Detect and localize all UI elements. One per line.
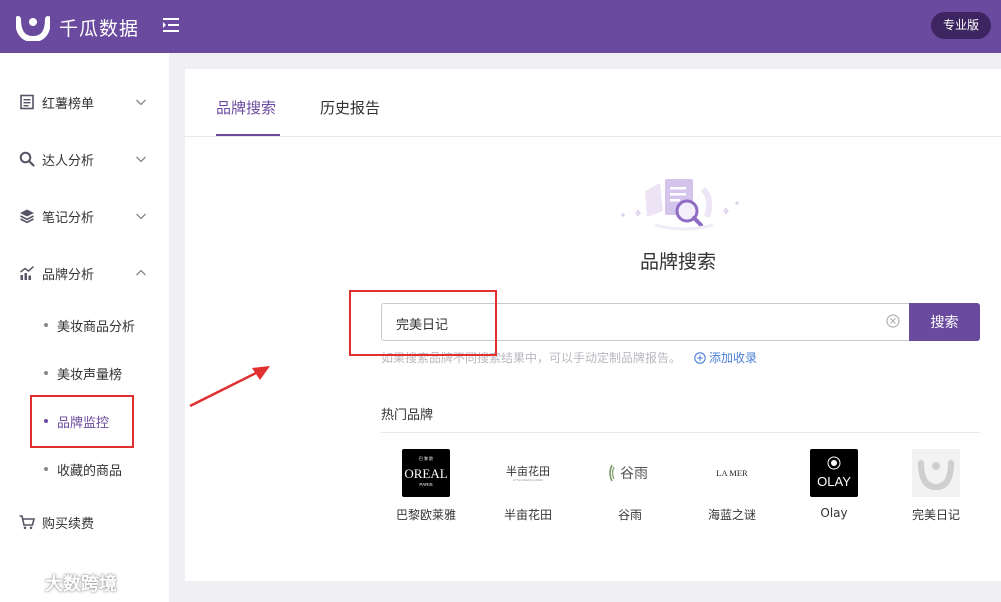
sidebar-subitem-favorite-products[interactable]: 收藏的商品 (0, 451, 169, 487)
hot-brands-heading: 热门品牌 (381, 408, 434, 423)
add-collect-link[interactable]: 添加收录 (694, 349, 757, 366)
svg-text:LA MER: LA MER (716, 468, 748, 478)
sidebar-subitem-label: 美妆声量榜 (57, 367, 123, 383)
pro-version-badge[interactable]: 专业版 (930, 12, 991, 39)
hot-brand-olay[interactable]: OLAY Olay (794, 449, 874, 520)
sidebar-item-influencer-analysis[interactable]: 达人分析 (0, 139, 169, 179)
brand-name: 海蓝之谜 (707, 508, 756, 522)
active-tab-indicator (216, 134, 280, 136)
tab-history-report[interactable]: 历史报告 (320, 97, 380, 118)
menu-collapse-icon[interactable] (161, 15, 181, 35)
sidebar-item-label: 红薯榜单 (42, 96, 95, 112)
svg-text:巴 黎 欧: 巴 黎 欧 (419, 455, 433, 461)
lamer-logo-icon: LA MER (708, 449, 756, 497)
top-header: 千瓜数据 专业版 (0, 0, 1001, 53)
chevron-down-icon (136, 213, 146, 220)
chart-icon (20, 265, 35, 280)
bullet-dot (44, 323, 48, 327)
tab-brand-search[interactable]: 品牌搜索 (216, 97, 276, 118)
search-heading: 品牌搜索 (640, 251, 717, 273)
tab-bar: 品牌搜索 历史报告 (185, 69, 1001, 137)
sidebar-item-note-analysis[interactable]: 笔记分析 (0, 196, 169, 236)
bullet-dot (44, 467, 48, 471)
brand-name: 巴黎欧莱雅 (395, 508, 456, 522)
annotation-highlight-search (349, 290, 497, 356)
plus-circle-icon (694, 351, 706, 364)
brand-name: Olay (820, 506, 848, 520)
hot-brand-banmu[interactable]: 半亩花田 LITTLE DREAM GARDEN 半亩花田 (488, 449, 568, 523)
svg-text:OLAY: OLAY (817, 474, 851, 489)
sidebar-item-label: 购买续费 (42, 516, 95, 532)
search-icon (19, 151, 35, 167)
cart-icon (19, 515, 35, 530)
brand-name: 谷雨 (617, 508, 642, 522)
hot-brand-perfect-diary[interactable]: 完美日记 (896, 449, 976, 523)
brand-name: 半亩花田 (503, 508, 552, 522)
sidebar-item-label: 笔记分析 (42, 210, 95, 226)
clear-icon[interactable] (886, 314, 900, 328)
perfect-diary-logo-icon (912, 449, 960, 497)
bullet-dot (44, 371, 48, 375)
main-panel: 品牌搜索 历史报告 品牌搜索 搜索 如果搜索品牌不同搜索结果中，可以手动定制品牌… (185, 69, 1001, 581)
olay-logo-icon: OLAY (810, 449, 858, 497)
hot-brand-lamer[interactable]: LA MER 海蓝之谜 (692, 449, 772, 523)
sidebar-subitem-label: 收藏的商品 (57, 463, 123, 479)
divider (381, 432, 980, 433)
add-collect-label: 添加收录 (709, 351, 758, 365)
annotation-highlight-brand-monitor (30, 395, 134, 448)
app-title: 千瓜数据 (59, 18, 140, 40)
svg-text:PARIS: PARIS (419, 482, 432, 487)
chevron-down-icon (136, 99, 146, 106)
sidebar-item-red-list[interactable]: 红薯榜单 (0, 82, 169, 122)
svg-text:谷雨: 谷雨 (620, 466, 648, 482)
svg-text:LITTLE DREAM GARDEN: LITTLE DREAM GARDEN (513, 478, 544, 482)
hot-brand-loreal[interactable]: 巴 黎 欧 OREAL PARIS 巴黎欧莱雅 (386, 449, 466, 523)
sidebar-item-purchase-renew[interactable]: 购买续费 (0, 502, 169, 542)
sidebar: 红薯榜单 达人分析 笔记分析 品牌分析 美妆商品分析 美妆声量榜 品牌监控 收藏… (0, 53, 169, 602)
guyu-logo-icon: 谷雨 (606, 449, 654, 497)
svg-text:OREAL: OREAL (404, 466, 447, 481)
chevron-up-icon (136, 269, 146, 276)
sidebar-item-label: 品牌分析 (42, 267, 95, 283)
list-icon (20, 94, 34, 110)
chevron-down-icon (136, 156, 146, 163)
app-logo-icon[interactable] (16, 11, 50, 41)
sidebar-item-brand-analysis[interactable]: 品牌分析 (0, 253, 169, 293)
search-button[interactable]: 搜索 (909, 303, 980, 341)
hot-brand-guyu[interactable]: 谷雨 谷雨 (590, 449, 670, 523)
annotation-arrow-icon (189, 366, 270, 408)
document-search-illustration-icon (621, 179, 739, 231)
brand-name: 完美日记 (911, 508, 960, 522)
sidebar-subitem-beauty-volume-rank[interactable]: 美妆声量榜 (0, 355, 169, 391)
sidebar-subitem-label: 美妆商品分析 (57, 319, 136, 335)
layers-icon (20, 209, 34, 224)
sidebar-subitem-beauty-product-analysis[interactable]: 美妆商品分析 (0, 307, 169, 343)
watermark-text: 大数跨境 (45, 574, 117, 595)
loreal-logo-icon: 巴 黎 欧 OREAL PARIS (402, 449, 450, 497)
sidebar-item-label: 达人分析 (42, 153, 95, 169)
banmu-logo-icon: 半亩花田 LITTLE DREAM GARDEN (504, 449, 552, 497)
svg-text:半亩花田: 半亩花田 (506, 464, 550, 478)
